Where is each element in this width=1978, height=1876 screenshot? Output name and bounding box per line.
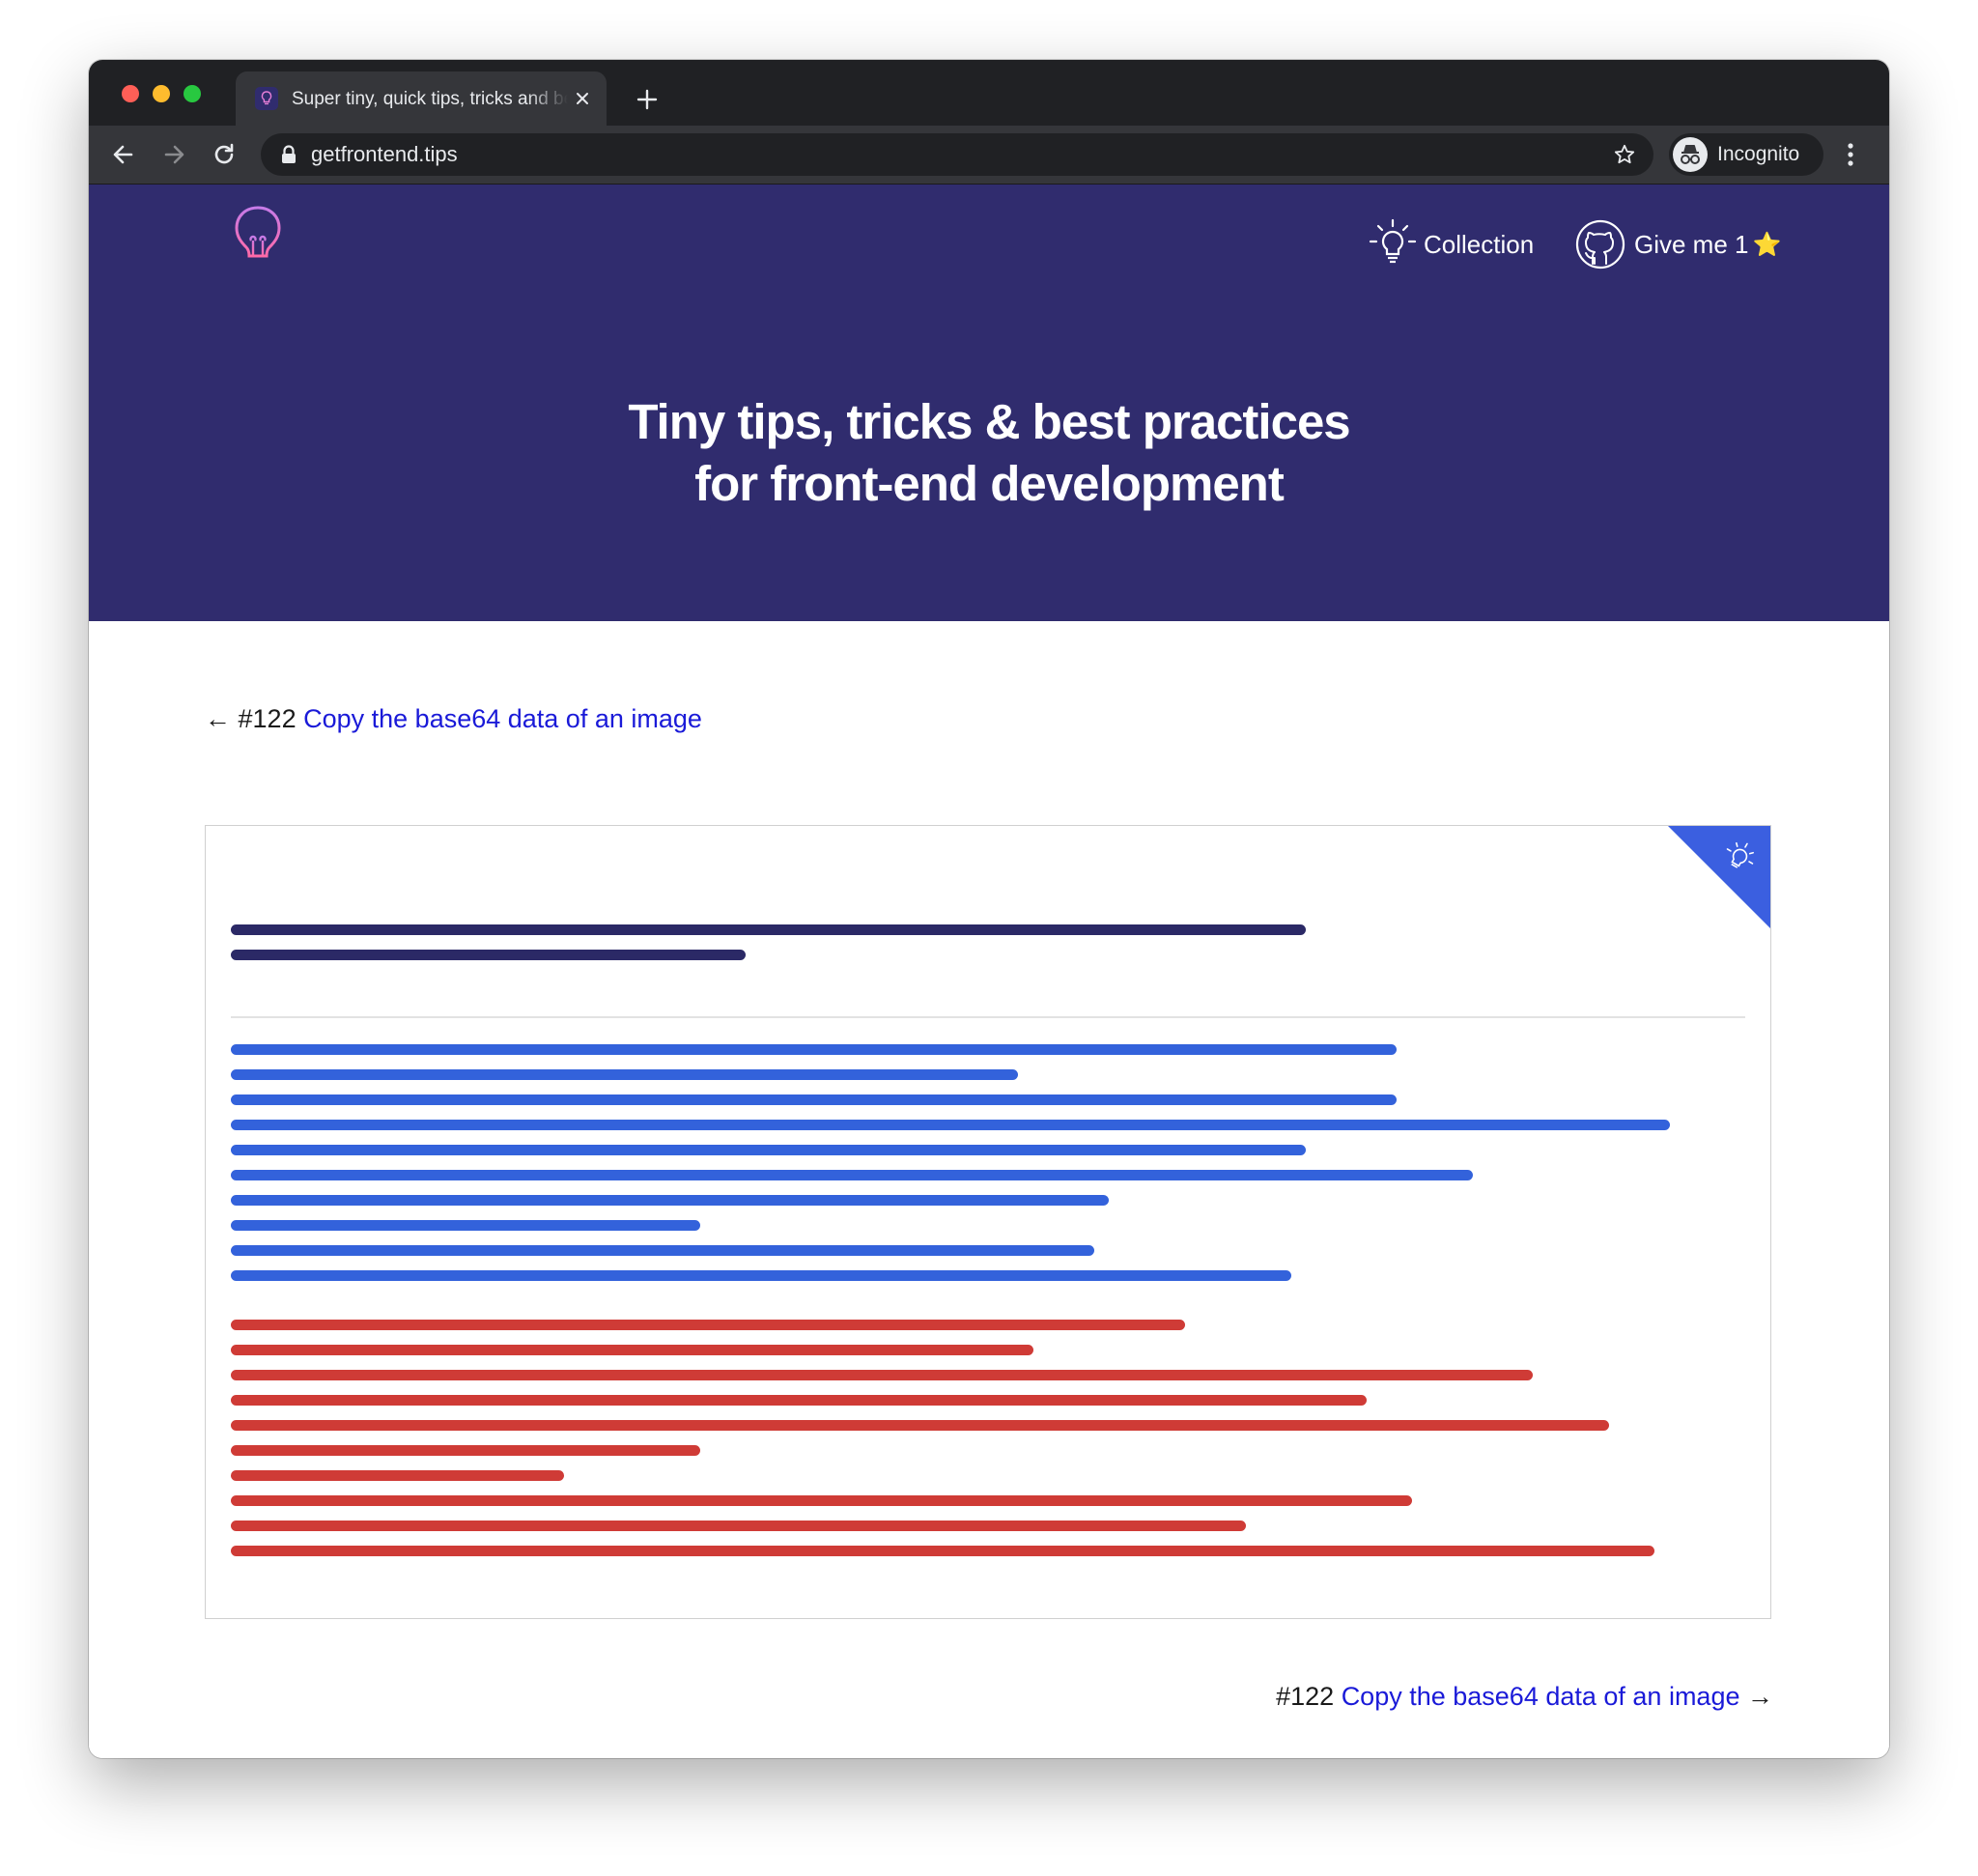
close-icon[interactable] — [572, 88, 593, 109]
site-header: Collection Give me 1 ⭐ Tiny tips, tricks… — [89, 185, 1889, 621]
red-placeholder-line — [231, 1420, 1609, 1431]
nav-collection-label: Collection — [1424, 229, 1535, 259]
previous-tip-link[interactable]: Copy the base64 data of an image — [303, 704, 702, 733]
blue-placeholder-line — [231, 1120, 1670, 1130]
red-placeholder-line — [231, 1445, 700, 1456]
blue-placeholder-line — [231, 1270, 1291, 1281]
hero-title: Tiny tips, tricks & best practices for f… — [89, 391, 1889, 515]
favicon-icon — [255, 87, 278, 110]
blue-placeholder-line — [231, 1220, 700, 1231]
red-placeholder-line — [231, 1370, 1533, 1380]
red-placeholder-line — [231, 1345, 1033, 1355]
previous-tip-number: #122 — [238, 704, 297, 733]
incognito-profile-button[interactable]: Incognito — [1669, 133, 1823, 176]
url-text[interactable]: getfrontend.tips — [311, 133, 458, 176]
site-logo-link[interactable] — [232, 204, 284, 281]
forward-icon[interactable] — [160, 141, 187, 168]
red-placeholder-line — [231, 1521, 1246, 1531]
browser-window: Super tiny, quick tips, tricks and best … — [89, 60, 1889, 1758]
red-placeholder-line — [231, 1395, 1367, 1406]
page-content: Collection Give me 1 ⭐ Tiny tips, tricks… — [89, 185, 1889, 1758]
tab-title: Super tiny, quick tips, tricks and best … — [292, 89, 568, 109]
reload-icon[interactable] — [211, 141, 238, 168]
address-bar[interactable]: getfrontend.tips — [261, 133, 1653, 176]
tip-placeholder-card — [205, 825, 1771, 1619]
blue-placeholder-line — [231, 1145, 1306, 1155]
hero-title-line-2: for front-end development — [694, 456, 1285, 511]
window-close-button[interactable] — [122, 85, 139, 102]
nav-collection-link[interactable]: Collection — [1366, 217, 1534, 271]
star-emoji: ⭐ — [1752, 231, 1782, 258]
browser-tab[interactable]: Super tiny, quick tips, tricks and best … — [236, 71, 607, 126]
back-icon[interactable] — [110, 141, 137, 168]
red-placeholder-line — [231, 1495, 1412, 1506]
right-arrow-icon: → — [1747, 1682, 1773, 1711]
incognito-label: Incognito — [1717, 143, 1800, 165]
next-tip-link[interactable]: Copy the base64 data of an image — [1342, 1682, 1740, 1711]
window-minimize-button[interactable] — [153, 85, 170, 102]
red-placeholder-line — [231, 1546, 1654, 1556]
next-tip-number: #122 — [1276, 1682, 1335, 1711]
plus-icon[interactable] — [636, 88, 659, 111]
nav-github-link[interactable]: Give me 1 ⭐ — [1574, 217, 1781, 271]
red-placeholder-line — [231, 1320, 1185, 1330]
blue-placeholder-line — [231, 1195, 1109, 1206]
bookmark-star-icon[interactable] — [1613, 143, 1636, 166]
window-maximize-button[interactable] — [184, 85, 201, 102]
red-placeholder-line — [231, 1470, 564, 1481]
blue-placeholder-line — [231, 1044, 1397, 1055]
lightbulb-icon — [1369, 218, 1417, 264]
incognito-icon — [1673, 137, 1708, 172]
card-divider — [231, 1016, 1745, 1018]
blue-placeholder-line — [231, 1094, 1397, 1105]
github-icon — [1575, 219, 1625, 270]
lock-icon[interactable] — [280, 145, 297, 164]
corner-badge — [1668, 826, 1770, 928]
blue-placeholder-line — [231, 1170, 1473, 1180]
next-tip-nav: #122 Copy the base64 data of an image → — [1276, 1682, 1773, 1712]
title-placeholder-line — [231, 950, 746, 960]
hero-title-line-1: Tiny tips, tricks & best practices — [628, 394, 1350, 449]
browser-titlebar: Super tiny, quick tips, tricks and best … — [89, 60, 1889, 126]
title-placeholder-line — [231, 924, 1306, 935]
previous-tip-nav: ← #122 Copy the base64 data of an image — [205, 704, 702, 734]
lightbulb-icon — [235, 206, 281, 279]
kebab-menu-icon[interactable] — [1847, 141, 1854, 168]
blue-placeholder-line — [231, 1245, 1094, 1256]
browser-toolbar: getfrontend.tips Incognito — [89, 126, 1889, 185]
left-arrow-icon: ← — [205, 704, 231, 733]
nav-github-label: Give me 1 — [1634, 229, 1749, 259]
blue-placeholder-line — [231, 1069, 1018, 1080]
